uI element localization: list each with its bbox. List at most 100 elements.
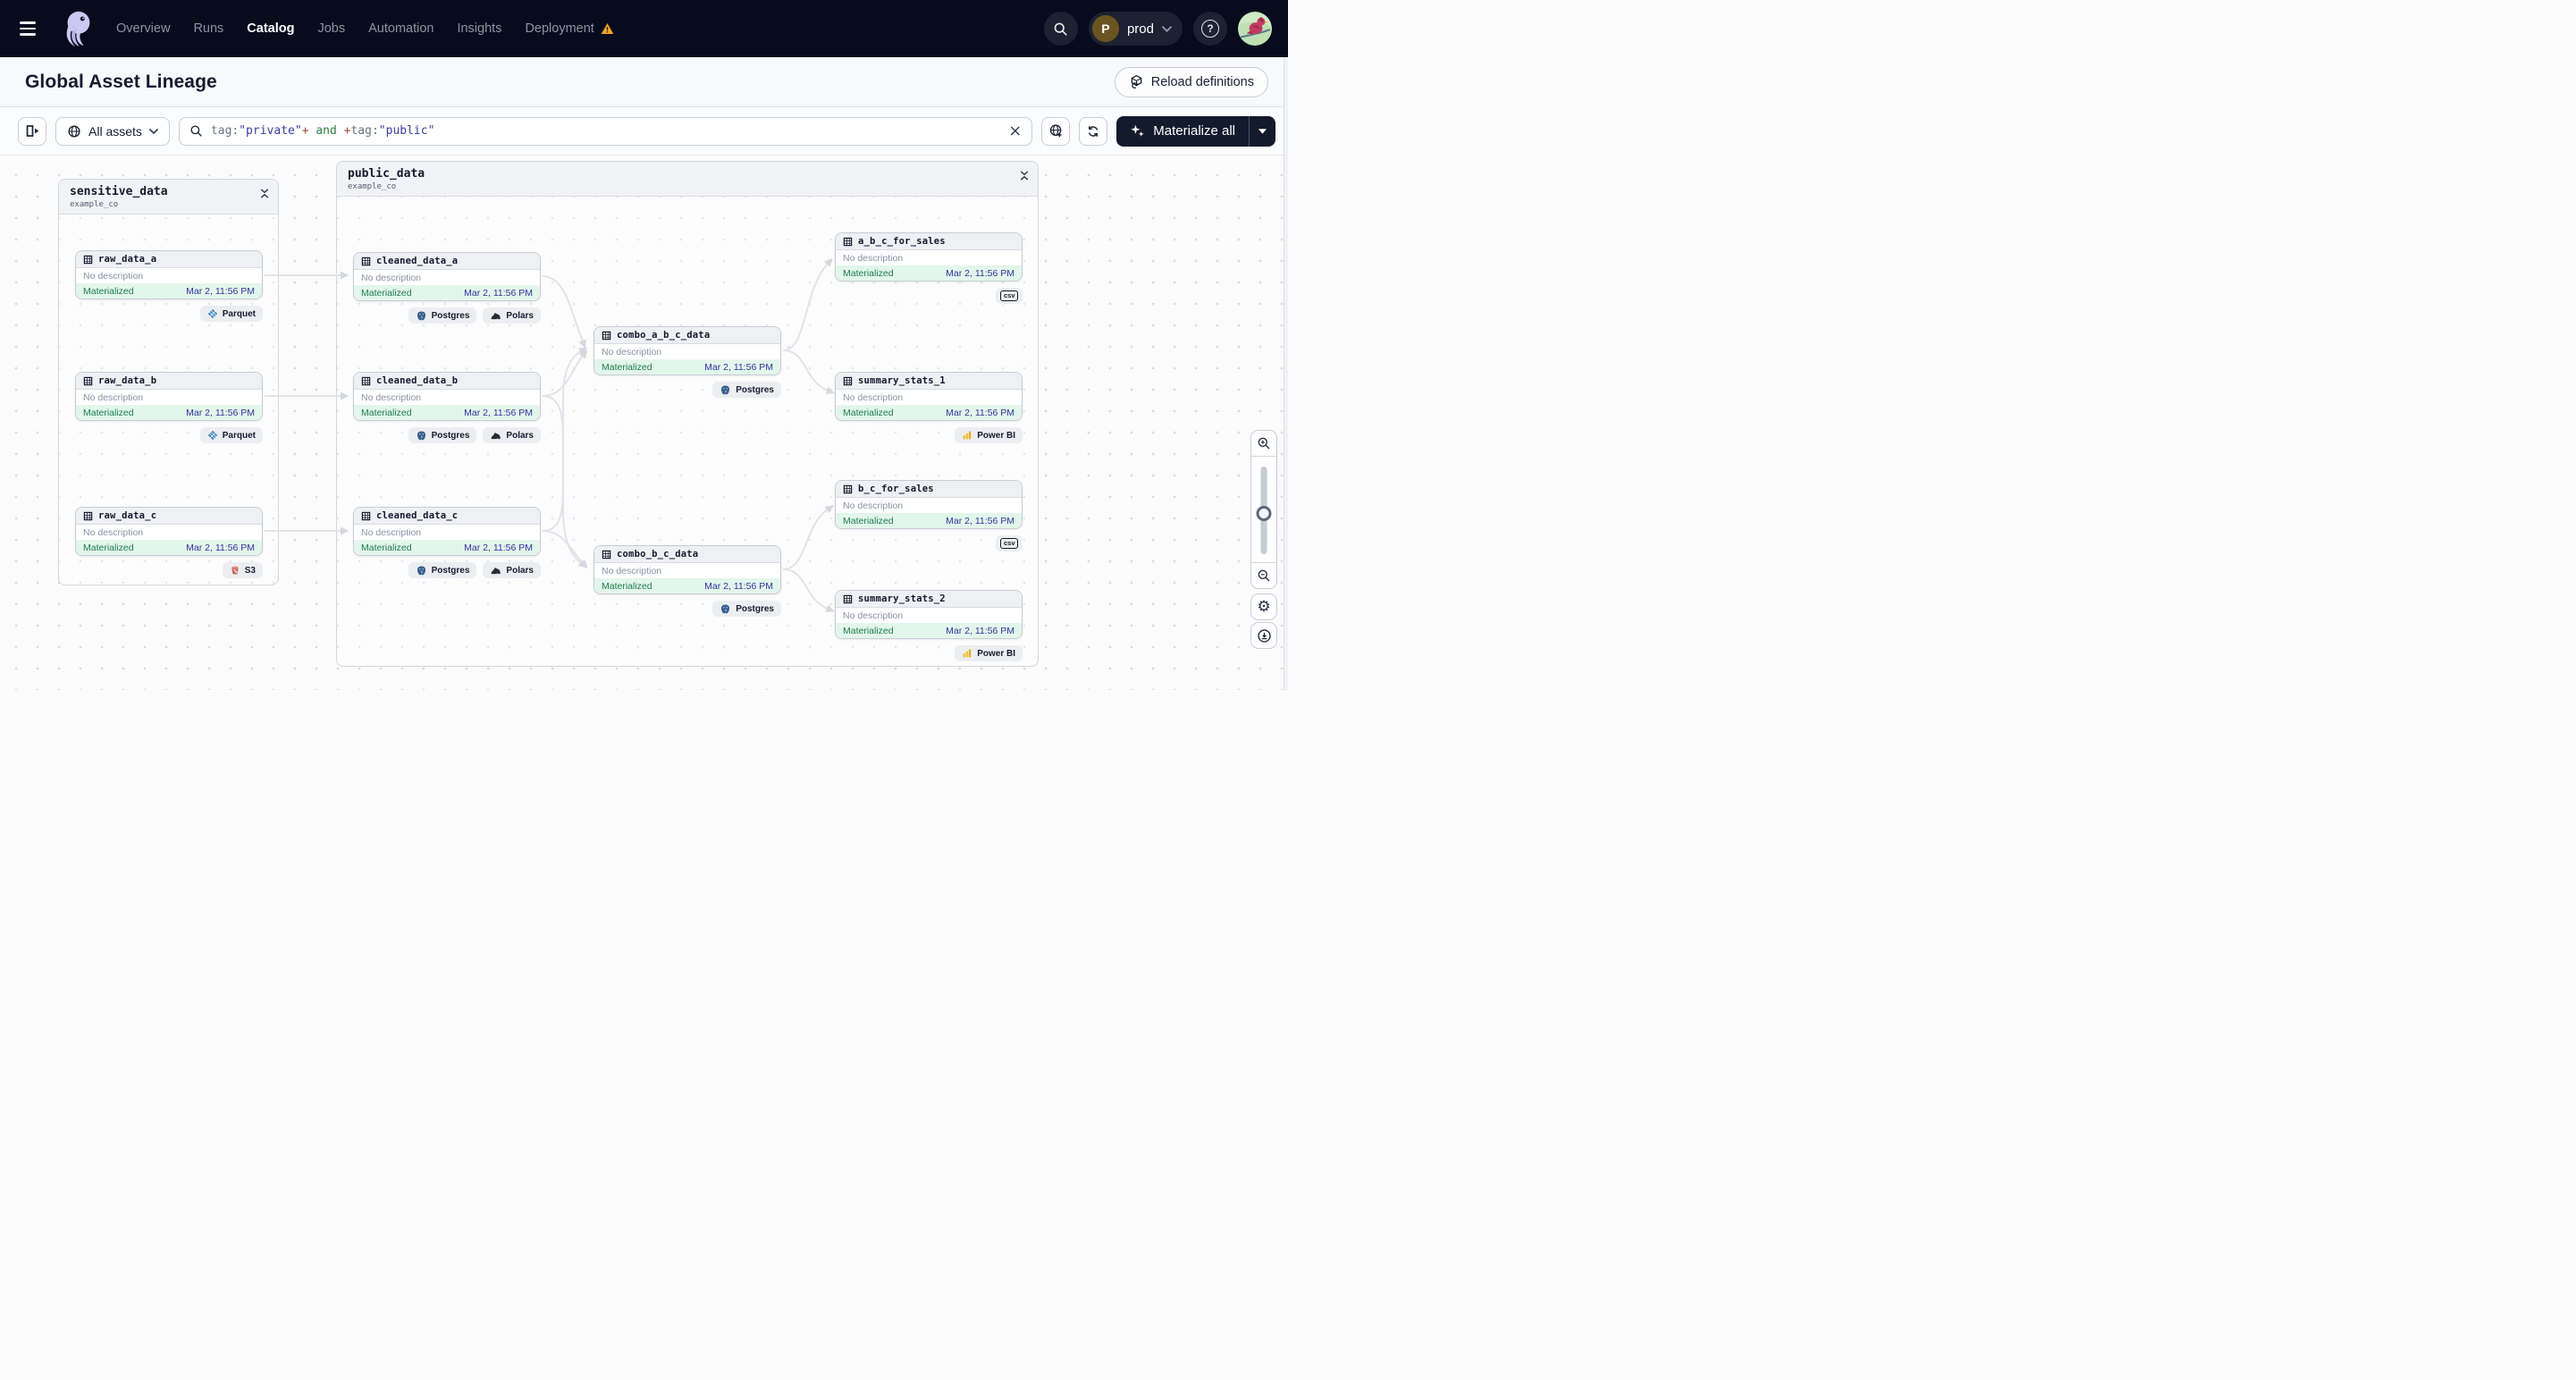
sparkles-icon — [1131, 124, 1145, 137]
tag-parquet[interactable]: Parquet — [199, 306, 263, 322]
materialization-timestamp: Mar 2, 11:56 PM — [946, 407, 1014, 418]
search-icon — [1055, 22, 1068, 36]
status-badge: Materialized — [83, 542, 134, 553]
asset-node-raw-data-b[interactable]: raw_data_b No description Materialized M… — [75, 372, 263, 421]
asset-node-b-c-for-sales[interactable]: b_c_for_sales No description Materialize… — [835, 480, 1023, 529]
globe-plus-icon — [1049, 124, 1062, 138]
tag-s3[interactable]: S3 — [222, 562, 263, 578]
query-text: tag:"private"+ and +tag:"public" — [210, 124, 435, 138]
zoom-slider-thumb[interactable] — [1256, 506, 1272, 521]
asset-description: No description — [843, 391, 904, 403]
tag-csv[interactable]: csv — [996, 535, 1023, 551]
asset-name: combo_a_b_c_data — [617, 330, 711, 341]
download-graph-button[interactable] — [1250, 622, 1277, 649]
asset-description: No description — [83, 391, 144, 403]
collapse-group-icon[interactable] — [1020, 167, 1029, 186]
tag-csv[interactable]: csv — [996, 288, 1023, 304]
asset-search-input[interactable]: tag:"private"+ and +tag:"public" × — [178, 116, 1033, 146]
asset-description: No description — [843, 252, 904, 264]
environment-avatar: P — [1091, 15, 1119, 42]
gear-icon: ⚙ — [1257, 597, 1271, 616]
asset-node-summary-stats-1[interactable]: summary_stats_1 No description Materiali… — [835, 372, 1023, 421]
graph-settings-button[interactable]: ⚙ — [1250, 593, 1277, 620]
s3-bucket-icon — [232, 566, 239, 575]
nav-item-automation[interactable]: Automation — [368, 21, 434, 36]
help-button[interactable]: ? — [1193, 12, 1227, 46]
top-nav: Overview Runs Catalog Jobs Automation In… — [0, 0, 1288, 57]
user-avatar[interactable] — [1238, 12, 1272, 46]
tag-polars[interactable]: Polars — [483, 427, 541, 443]
nav-item-overview[interactable]: Overview — [116, 21, 170, 36]
asset-node-cleaned-data-b[interactable]: cleaned_data_b No description Materializ… — [353, 372, 541, 421]
nav-item-catalog[interactable]: Catalog — [247, 21, 294, 36]
status-badge: Materialized — [361, 287, 412, 299]
asset-node-raw-data-a[interactable]: raw_data_a No description Materialized M… — [75, 250, 263, 299]
reload-definitions-button[interactable]: Reload definitions — [1114, 66, 1268, 97]
table-icon — [83, 376, 93, 385]
tag-postgres[interactable]: Postgres — [408, 307, 477, 324]
status-badge: Materialized — [361, 407, 412, 418]
materialize-all-button[interactable]: Materialize all — [1116, 116, 1249, 147]
tag-postgres[interactable]: Postgres — [712, 382, 781, 398]
materialization-timestamp: Mar 2, 11:56 PM — [946, 625, 1014, 636]
asset-node-a-b-c-for-sales[interactable]: a_b_c_for_sales No description Materiali… — [835, 232, 1023, 282]
asset-node-summary-stats-2[interactable]: summary_stats_2 No description Materiali… — [835, 590, 1023, 639]
zoom-control — [1250, 430, 1277, 589]
status-badge: Materialized — [843, 267, 894, 279]
asset-node-cleaned-data-c[interactable]: cleaned_data_c No description Materializ… — [353, 507, 541, 556]
asset-name: a_b_c_for_sales — [858, 236, 946, 247]
zoom-out-button[interactable] — [1251, 563, 1276, 588]
materialization-timestamp: Mar 2, 11:56 PM — [464, 542, 533, 553]
tag-postgres[interactable]: Postgres — [408, 427, 477, 443]
asset-name: raw_data_c — [98, 510, 157, 521]
nav-item-deployment[interactable]: Deployment — [525, 21, 593, 36]
tag-polars[interactable]: Polars — [483, 307, 541, 324]
nav-item-jobs[interactable]: Jobs — [317, 21, 345, 36]
asset-node-combo-b-c-data[interactable]: combo_b_c_data No description Materializ… — [593, 545, 781, 594]
collapse-group-icon[interactable] — [260, 185, 269, 204]
materialization-timestamp: Mar 2, 11:56 PM — [186, 285, 255, 297]
status-badge: Materialized — [602, 580, 652, 592]
dagster-logo-icon[interactable] — [59, 8, 97, 49]
nav-item-runs[interactable]: Runs — [193, 21, 223, 36]
tag-postgres[interactable]: Postgres — [408, 562, 477, 578]
tag-polars[interactable]: Polars — [483, 562, 541, 578]
filter-scope-button[interactable] — [1041, 116, 1071, 146]
powerbi-icon — [963, 431, 972, 440]
tag-postgres[interactable]: Postgres — [712, 601, 781, 617]
asset-description: No description — [602, 346, 662, 358]
menu-icon[interactable] — [16, 13, 46, 44]
polars-icon — [492, 567, 501, 574]
caret-down-icon — [1259, 128, 1267, 134]
global-search-button[interactable] — [1043, 12, 1078, 46]
asset-scope-dropdown[interactable]: All assets — [55, 116, 170, 146]
table-icon — [843, 237, 853, 246]
chevron-down-icon — [149, 128, 158, 134]
asset-name: b_c_for_sales — [858, 484, 934, 494]
group-subtitle: example_co — [348, 181, 397, 191]
asset-node-combo-a-b-c-data[interactable]: combo_a_b_c_data No description Material… — [593, 326, 781, 375]
asset-description: No description — [843, 500, 904, 511]
lineage-canvas[interactable]: sensitive_data example_co public_data ex… — [0, 156, 1284, 690]
tag-power-bi[interactable]: Power BI — [955, 427, 1023, 443]
asset-description: No description — [361, 391, 422, 403]
asset-node-raw-data-c[interactable]: raw_data_c No description Materialized M… — [75, 507, 263, 556]
table-icon — [361, 511, 371, 520]
tag-power-bi[interactable]: Power BI — [955, 645, 1023, 661]
zoom-in-button[interactable] — [1251, 431, 1276, 456]
tag-parquet[interactable]: Parquet — [199, 427, 263, 443]
clear-search-icon[interactable]: × — [1008, 122, 1022, 139]
asset-name: raw_data_b — [98, 375, 157, 386]
environment-switcher[interactable]: P prod — [1088, 12, 1183, 46]
refresh-icon — [1089, 125, 1099, 137]
bird-avatar-image — [1238, 12, 1272, 46]
search-icon — [190, 125, 202, 137]
refresh-button[interactable] — [1079, 116, 1108, 146]
materialization-timestamp: Mar 2, 11:56 PM — [464, 407, 533, 418]
toggle-sidebar-button[interactable] — [18, 116, 46, 146]
status-badge: Materialized — [843, 515, 894, 526]
page-scrollbar[interactable] — [1284, 57, 1288, 690]
materialize-options-button[interactable] — [1249, 115, 1275, 147]
asset-node-cleaned-data-a[interactable]: cleaned_data_a No description Materializ… — [353, 252, 541, 301]
nav-item-insights[interactable]: Insights — [457, 21, 501, 36]
